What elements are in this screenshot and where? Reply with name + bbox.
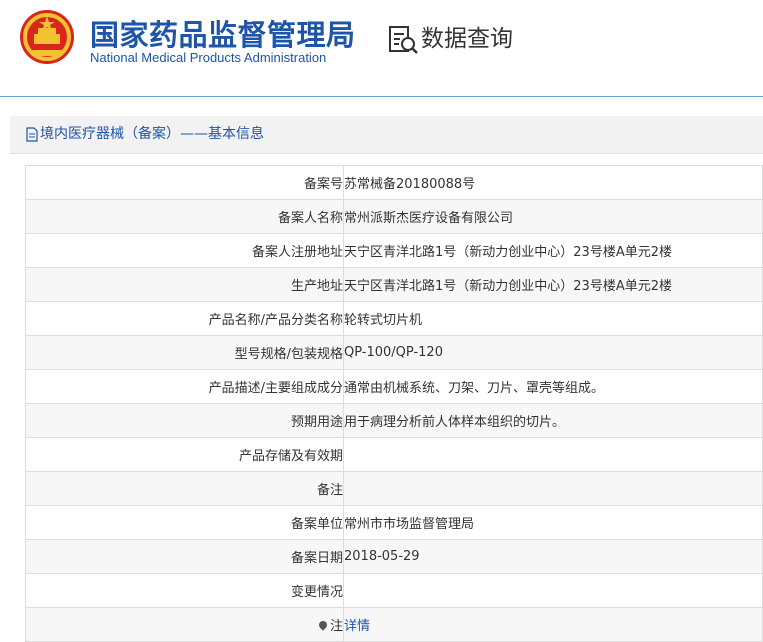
field-value: 2018-05-29	[343, 539, 763, 574]
site-header: 国家药品监督管理局 National Medical Products Admi…	[0, 0, 763, 96]
field-label-note: 注	[25, 607, 344, 642]
national-emblem-icon	[20, 10, 74, 64]
table-row: 备案人注册地址 天宁区青洋北路1号（新动力创业中心）23号楼A单元2楼	[25, 233, 763, 268]
table-row: 产品描述/主要组成成分 通常由机械系统、刀架、刀片、罩壳等组成。	[25, 369, 763, 404]
field-value	[343, 471, 763, 506]
table-row: 预期用途 用于病理分析前人体样本组织的切片。	[25, 403, 763, 438]
field-value: 天宁区青洋北路1号（新动力创业中心）23号楼A单元2楼	[343, 233, 763, 268]
field-label: 型号规格/包装规格	[25, 335, 344, 370]
field-value: 用于病理分析前人体样本组织的切片。	[343, 403, 763, 438]
field-label: 备案人名称	[25, 199, 344, 234]
field-value: 常州市市场监督管理局	[343, 505, 763, 540]
field-value	[343, 437, 763, 472]
field-label: 产品描述/主要组成成分	[25, 369, 344, 404]
field-label: 备案人注册地址	[25, 233, 344, 268]
document-search-icon	[389, 26, 418, 54]
section-header: 境内医疗器械（备案）——基本信息	[10, 116, 763, 154]
table-row: 备案单位 常州市市场监督管理局	[25, 505, 763, 540]
field-value: 轮转式切片机	[343, 301, 763, 336]
field-label: 备案单位	[25, 505, 344, 540]
table-row: 备案日期 2018-05-29	[25, 539, 763, 574]
agency-title-en: National Medical Products Administration	[90, 50, 327, 65]
field-label: 预期用途	[25, 403, 344, 438]
field-value: 通常由机械系统、刀架、刀片、罩壳等组成。	[343, 369, 763, 404]
agency-title-cn: 国家药品监督管理局	[90, 18, 356, 52]
table-row: 产品名称/产品分类名称 轮转式切片机	[25, 301, 763, 336]
record-info-table: 备案号 苏常械备20180088号 备案人名称 常州派斯杰医疗设备有限公司 备案…	[25, 165, 763, 642]
field-value: 苏常械备20180088号	[343, 165, 763, 200]
field-value	[343, 573, 763, 608]
field-label: 产品名称/产品分类名称	[25, 301, 344, 336]
table-row: 注 详情	[25, 607, 763, 642]
table-row: 产品存储及有效期	[25, 437, 763, 472]
field-label: 生产地址	[25, 267, 344, 302]
data-query-label: 数据查询	[421, 26, 513, 52]
table-row: 备案号 苏常械备20180088号	[25, 165, 763, 200]
field-label: 产品存储及有效期	[25, 437, 344, 472]
field-label: 备案日期	[25, 539, 344, 574]
field-value: 常州派斯杰医疗设备有限公司	[343, 199, 763, 234]
details-link[interactable]: 详情	[345, 619, 371, 634]
note-label: 注	[329, 619, 343, 634]
field-label: 备案号	[25, 165, 344, 200]
field-value: QP-100/QP-120	[343, 335, 763, 370]
section-title: 境内医疗器械（备案）——基本信息	[40, 126, 264, 142]
table-row: 备案人名称 常州派斯杰医疗设备有限公司	[25, 199, 763, 234]
table-row: 变更情况	[25, 573, 763, 608]
table-row: 型号规格/包装规格 QP-100/QP-120	[25, 335, 763, 370]
table-row: 备注	[25, 471, 763, 506]
field-value: 天宁区青洋北路1号（新动力创业中心）23号楼A单元2楼	[343, 267, 763, 302]
field-label: 备注	[25, 471, 344, 506]
document-icon	[26, 127, 38, 142]
table-row: 生产地址 天宁区青洋北路1号（新动力创业中心）23号楼A单元2楼	[25, 267, 763, 302]
field-label: 变更情况	[25, 573, 344, 608]
pin-icon	[317, 619, 329, 631]
header-divider	[0, 96, 763, 97]
field-value: 详情	[343, 607, 763, 642]
